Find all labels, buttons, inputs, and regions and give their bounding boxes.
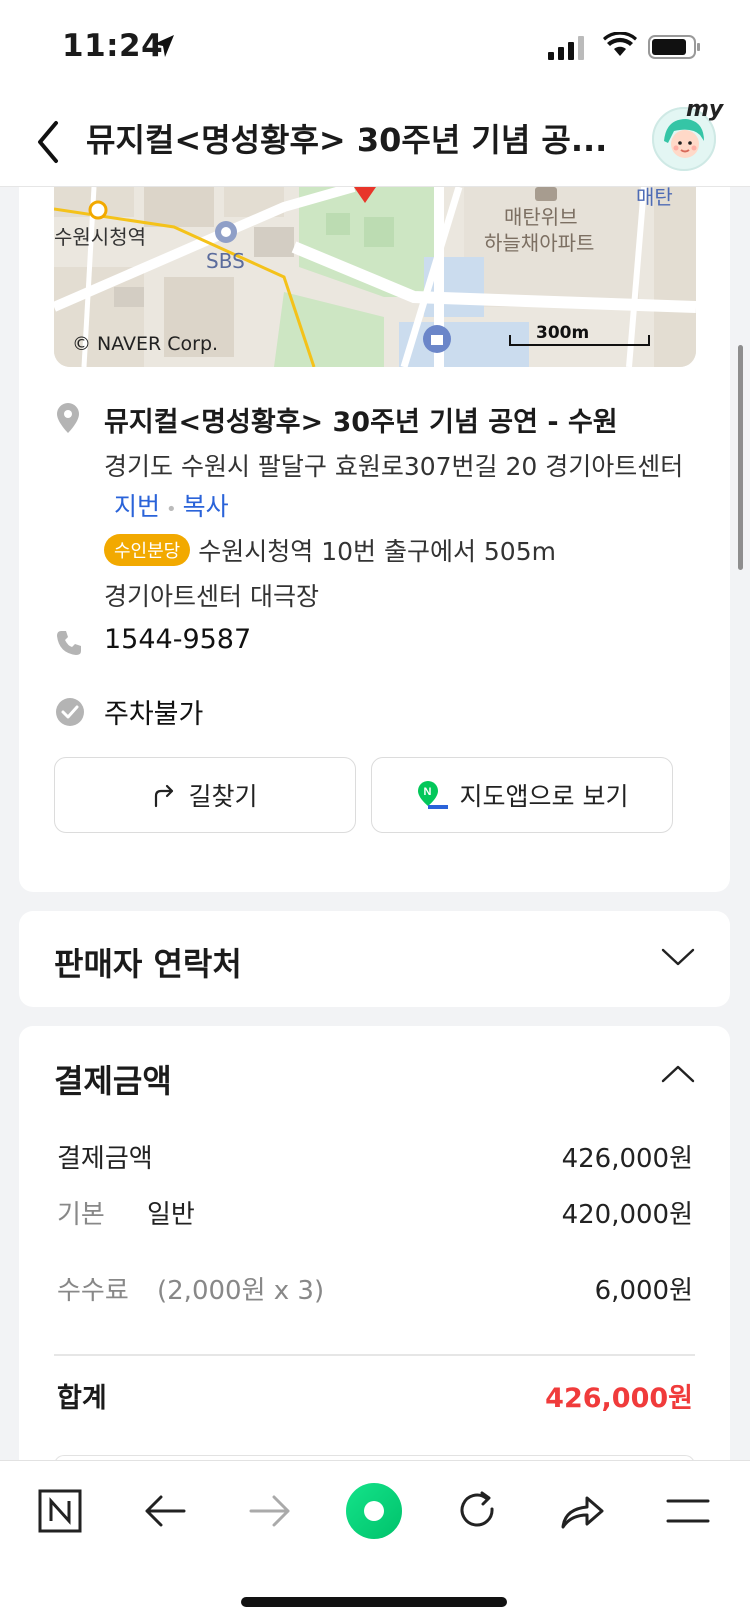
seller-contact-title: 판매자 연락처 (54, 945, 242, 983)
naver-green-dot-icon (346, 1483, 402, 1539)
naver-home-button[interactable] (30, 1481, 90, 1541)
home-indicator (241, 1597, 507, 1607)
payment-total-row: 합계 426,000원 (57, 1376, 693, 1415)
payment-row-fee: 수수료 (2,000원 x 3) 6,000원 (57, 1270, 693, 1307)
reload-button[interactable] (448, 1481, 508, 1541)
my-avatar[interactable]: my (652, 97, 723, 171)
payment-row-label: 수수료 (57, 1276, 129, 1306)
location-pin-icon (57, 403, 79, 433)
phone-icon (57, 631, 81, 655)
place-address: 경기도 수원시 팔달구 효원로307번길 20 경기아트센터 지번 • 복사 (104, 447, 704, 530)
chevron-down-icon[interactable] (661, 947, 695, 967)
hamburger-menu-icon (666, 1499, 710, 1523)
naver-n-icon (38, 1489, 82, 1533)
total-value: 426,000원 (545, 1383, 693, 1414)
top-header: 뮤지컬<명성황후> 30주년 기념 공... my (0, 95, 750, 187)
map-label-edge: 매탄 (636, 187, 673, 209)
share-icon (561, 1496, 604, 1529)
forward-nav-button[interactable] (240, 1481, 300, 1541)
payment-row-value: 426,000원 (561, 1144, 693, 1174)
arrow-left-icon (145, 1495, 186, 1527)
arrow-right-icon (249, 1495, 290, 1527)
payment-row-label: 결제금액 (57, 1144, 153, 1174)
reload-icon (460, 1491, 494, 1527)
payment-row-label: 기본 (57, 1200, 105, 1230)
lot-address-link[interactable]: 지번 (114, 492, 160, 521)
svg-text:N: N (423, 786, 431, 798)
map-label-apt1: 매탄위브 (504, 205, 578, 229)
map-app-label: 지도앱으로 보기 (459, 782, 629, 811)
map-label-station: 수원시청역 (54, 225, 146, 249)
directions-button[interactable]: 길찾기 (54, 757, 356, 833)
location-map[interactable]: 수원시청역 SBS 매탄위브 하늘채아파트 매탄 © NAVER Corp. 3… (54, 187, 696, 367)
payment-row-sub: (2,000원 x 3) (157, 1276, 325, 1306)
subway-info: 수인분당 수원시청역 10번 출구에서 505m (104, 532, 556, 568)
payment-title: 결제금액 (54, 1062, 172, 1100)
status-bar: 11:24 (0, 0, 750, 95)
open-map-app-button[interactable]: N 지도앱으로 보기 (371, 757, 673, 833)
subway-text: 수원시청역 10번 출구에서 505m (198, 537, 556, 566)
cellular-signal-icon (548, 36, 584, 60)
seller-contact-card[interactable]: 판매자 연락처 (19, 911, 730, 1007)
subway-line-badge: 수인분당 (104, 534, 191, 566)
address-text: 경기도 수원시 팔달구 효원로307번길 20 경기아트센터 (104, 452, 684, 481)
payment-row-base: 기본 일반 420,000원 (57, 1194, 693, 1231)
payment-row-amount: 결제금액 426,000원 (57, 1138, 693, 1175)
map-copyright: © NAVER Corp. (72, 333, 219, 355)
avatar-my-badge: my (686, 97, 724, 122)
battery-icon (648, 35, 700, 59)
parking-status: 주차불가 (104, 699, 204, 730)
back-nav-button[interactable] (135, 1481, 195, 1541)
payment-card: 결제금액 결제금액 426,000원 기본 일반 420,000원 수수료 (2… (19, 1026, 730, 1495)
share-button[interactable] (552, 1481, 612, 1541)
menu-button[interactable] (658, 1481, 718, 1541)
total-label: 합계 (57, 1383, 107, 1414)
payment-row-value: 6,000원 (594, 1276, 693, 1306)
naver-map-icon: N (417, 781, 448, 809)
place-name: 뮤지컬<명성황후> 30주년 기념 공연 - 수원 (104, 407, 618, 438)
venue-hall: 경기아트센터 대극장 (104, 582, 319, 611)
page-title: 뮤지컬<명성황후> 30주년 기념 공... (86, 121, 608, 159)
location-arrow-icon (154, 35, 174, 57)
copy-address-link[interactable]: 복사 (183, 492, 229, 521)
scrollbar[interactable] (738, 345, 743, 570)
payment-row-value: 420,000원 (561, 1200, 693, 1230)
map-label-apt2: 하늘채아파트 (484, 231, 595, 255)
chevron-up-icon[interactable] (661, 1064, 695, 1084)
place-info-card: 수원시청역 SBS 매탄위브 하늘채아파트 매탄 © NAVER Corp. 3… (19, 187, 730, 892)
link-separator: • (166, 499, 177, 520)
payment-row-sub: 일반 (147, 1200, 195, 1230)
map-scale-label: 300m (536, 323, 590, 343)
map-label-sbs: SBS (206, 249, 245, 273)
parking-check-icon (56, 698, 84, 726)
back-icon[interactable] (30, 117, 70, 167)
directions-arrow-icon (155, 784, 174, 808)
status-time: 11:24 (62, 28, 164, 64)
browser-toolbar (0, 1460, 750, 1623)
directions-label: 길찾기 (188, 782, 258, 811)
payment-divider (54, 1354, 695, 1356)
wifi-icon (603, 32, 637, 56)
green-dot-button[interactable] (344, 1481, 404, 1541)
phone-number[interactable]: 1544-9587 (104, 624, 251, 655)
